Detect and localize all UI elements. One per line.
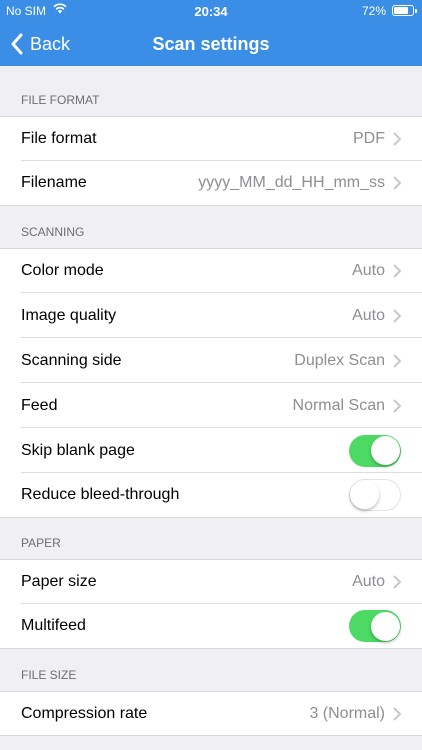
image-quality-row[interactable]: Image quality Auto xyxy=(0,293,422,338)
chevron-right-icon xyxy=(393,575,401,589)
skip-blank-page-label: Skip blank page xyxy=(21,441,135,459)
battery-icon xyxy=(392,5,417,16)
multifeed-toggle[interactable] xyxy=(349,610,401,642)
compression-rate-row[interactable]: Compression rate 3 (Normal) xyxy=(0,691,422,736)
skip-blank-page-row: Skip blank page xyxy=(0,428,422,473)
section-header-file-format: FILE FORMAT xyxy=(21,93,100,107)
image-quality-value: Auto xyxy=(352,306,385,324)
feed-value: Normal Scan xyxy=(292,396,385,414)
feed-label: Feed xyxy=(21,396,58,414)
reduce-bleed-through-label: Reduce bleed-through xyxy=(21,486,180,503)
color-mode-row[interactable]: Color mode Auto xyxy=(0,248,422,293)
filename-value: yyyy_MM_dd_HH_mm_ss xyxy=(198,174,385,191)
navigation-header: No SIM 20:34 72% Back Scan settings xyxy=(0,0,422,66)
paper-size-value: Auto xyxy=(352,573,385,590)
color-mode-label: Color mode xyxy=(21,262,104,279)
file-format-row[interactable]: File format PDF xyxy=(0,116,422,161)
section-header-paper: PAPER xyxy=(21,536,61,550)
multifeed-label: Multifeed xyxy=(21,617,86,634)
chevron-right-icon xyxy=(393,706,401,721)
compression-rate-label: Compression rate xyxy=(21,704,148,722)
chevron-right-icon xyxy=(393,176,401,190)
color-mode-value: Auto xyxy=(352,262,385,279)
clock: 20:34 xyxy=(194,4,228,19)
chevron-right-icon xyxy=(393,132,401,146)
paper-size-row[interactable]: Paper size Auto xyxy=(0,559,422,604)
battery-percent: 72% xyxy=(361,4,386,18)
chevron-right-icon xyxy=(393,398,401,413)
file-format-value: PDF xyxy=(353,130,385,147)
status-bar: No SIM 20:34 72% xyxy=(0,0,422,22)
paper-size-label: Paper size xyxy=(21,573,97,590)
reduce-bleed-through-toggle[interactable] xyxy=(349,479,401,511)
section-header-file-size: FILE SIZE xyxy=(21,668,77,682)
scanning-side-row[interactable]: Scanning side Duplex Scan xyxy=(0,338,422,383)
page-title: Scan settings xyxy=(152,34,270,54)
chevron-right-icon xyxy=(393,353,401,368)
compression-rate-value: 3 (Normal) xyxy=(309,704,385,722)
scanning-side-value: Duplex Scan xyxy=(294,351,385,369)
filename-label: Filename xyxy=(21,174,87,191)
scanning-side-label: Scanning side xyxy=(21,351,122,369)
chevron-right-icon xyxy=(393,308,401,323)
skip-blank-page-toggle[interactable] xyxy=(349,434,401,467)
file-format-label: File format xyxy=(21,130,97,147)
feed-row[interactable]: Feed Normal Scan xyxy=(0,383,422,428)
section-header-scanning: SCANNING xyxy=(21,225,85,239)
image-quality-label: Image quality xyxy=(21,306,117,324)
chevron-right-icon xyxy=(393,264,401,278)
